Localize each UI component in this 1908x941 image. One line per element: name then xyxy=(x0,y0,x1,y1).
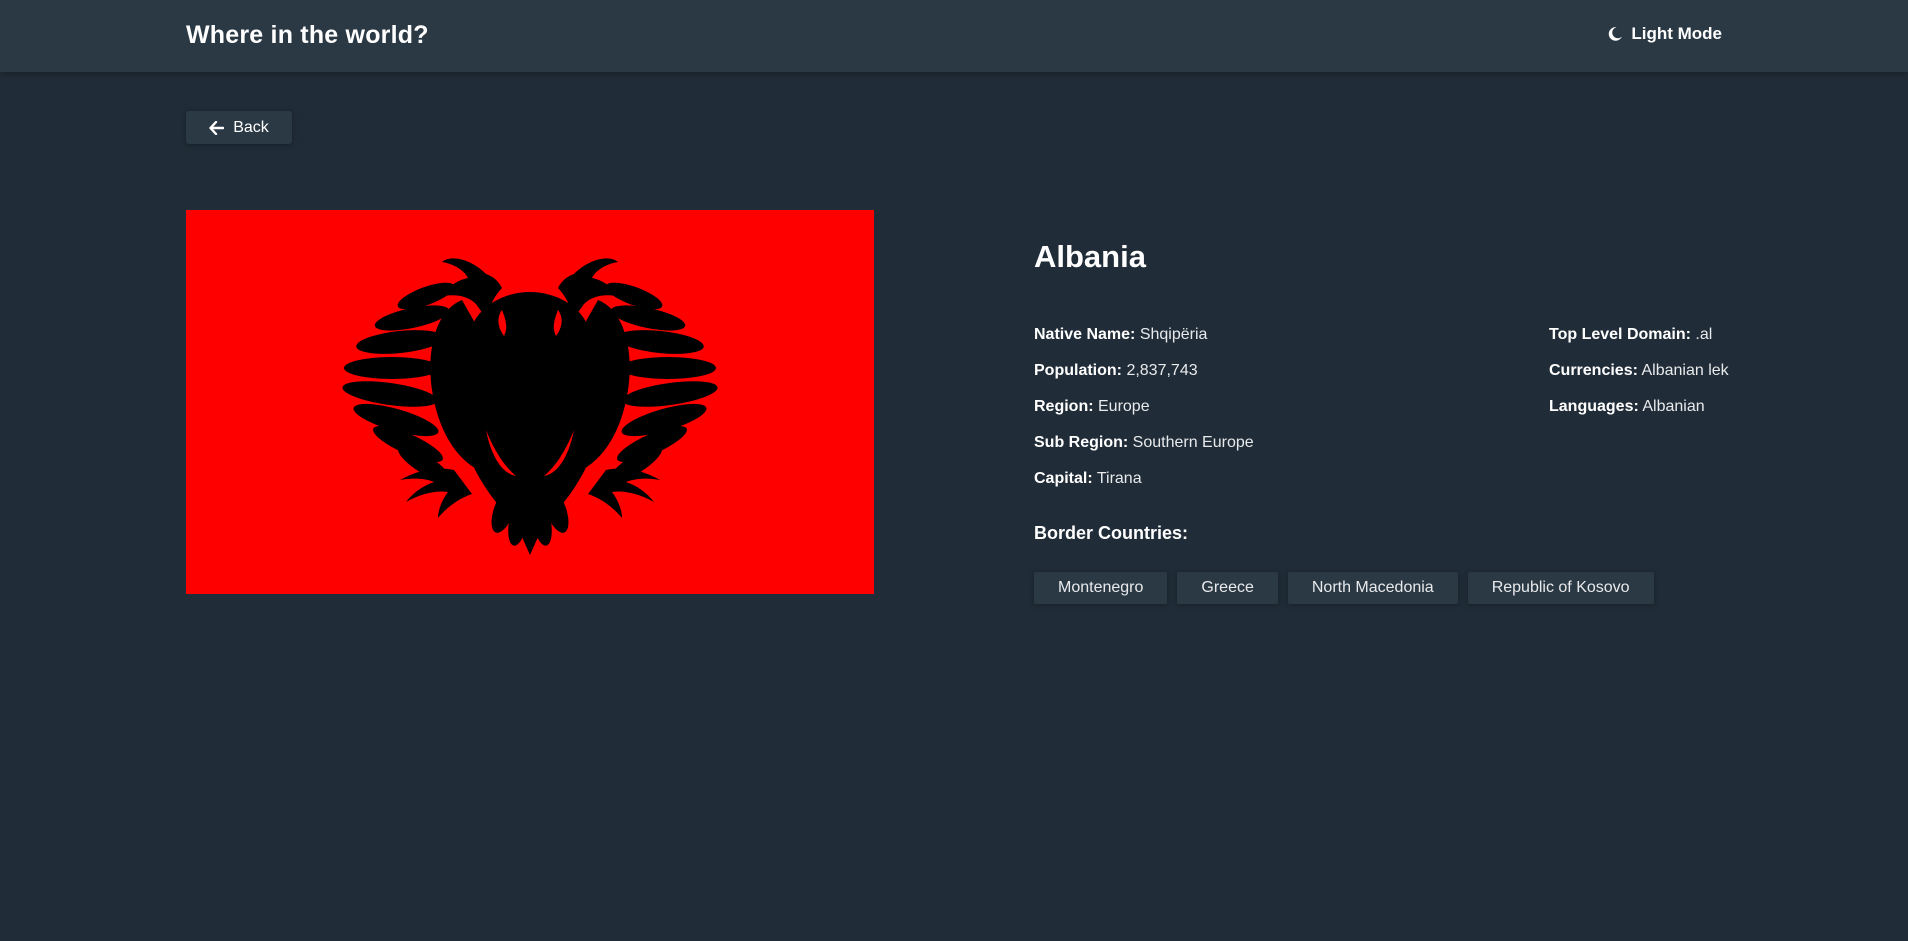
top-level-domain-label: Top Level Domain: xyxy=(1549,326,1691,343)
currencies-value: Albanian lek xyxy=(1641,362,1729,379)
details-column-secondary: Top Level Domain: .al Currencies: Albani… xyxy=(1549,325,1729,433)
back-button-label: Back xyxy=(233,118,269,136)
top-header: Where in the world? Light Mode xyxy=(0,0,1908,72)
languages-field: Languages: Albanian xyxy=(1549,397,1729,417)
region-value: Europe xyxy=(1098,398,1150,415)
currencies-label: Currencies: xyxy=(1549,362,1638,379)
languages-value: Albanian xyxy=(1642,398,1705,415)
population-label: Population: xyxy=(1034,362,1122,379)
border-country-button[interactable]: Montenegro xyxy=(1034,572,1168,604)
region-label: Region: xyxy=(1034,398,1094,415)
app-title: Where in the world? xyxy=(186,21,429,49)
region-field: Region: Europe xyxy=(1034,397,1254,417)
sub-region-label: Sub Region: xyxy=(1034,434,1129,451)
population-field: Population: 2,837,743 xyxy=(1034,361,1254,381)
native-name-value: Shqipëria xyxy=(1139,326,1208,343)
country-flag xyxy=(186,210,874,594)
native-name-field: Native Name: Shqipëria xyxy=(1034,325,1254,345)
theme-toggle-button[interactable]: Light Mode xyxy=(1607,24,1722,44)
population-value: 2,837,743 xyxy=(1126,362,1198,379)
arrow-left-icon xyxy=(209,120,225,135)
native-name-label: Native Name: xyxy=(1034,326,1136,343)
top-level-domain-value: .al xyxy=(1695,326,1713,343)
details-column-primary: Native Name: Shqipëria Population: 2,837… xyxy=(1034,325,1254,505)
top-level-domain-field: Top Level Domain: .al xyxy=(1549,325,1729,345)
border-countries-label: Border Countries: xyxy=(1034,523,1189,543)
moon-icon xyxy=(1607,26,1623,42)
border-country-button[interactable]: North Macedonia xyxy=(1287,572,1458,604)
border-country-button[interactable]: Greece xyxy=(1177,572,1278,604)
capital-label: Capital: xyxy=(1034,470,1093,487)
border-countries-list: Montenegro Greece North Macedonia Republ… xyxy=(1034,572,1654,604)
back-button[interactable]: Back xyxy=(186,111,292,144)
sub-region-value: Southern Europe xyxy=(1132,434,1254,451)
currencies-field: Currencies: Albanian lek xyxy=(1549,361,1729,381)
capital-value: Tirana xyxy=(1096,470,1142,487)
languages-label: Languages: xyxy=(1549,398,1639,415)
country-name: Albania xyxy=(1034,239,1146,274)
border-country-button[interactable]: Republic of Kosovo xyxy=(1467,572,1654,604)
sub-region-field: Sub Region: Southern Europe xyxy=(1034,433,1254,453)
theme-toggle-label: Light Mode xyxy=(1631,24,1722,43)
capital-field: Capital: Tirana xyxy=(1034,469,1254,489)
